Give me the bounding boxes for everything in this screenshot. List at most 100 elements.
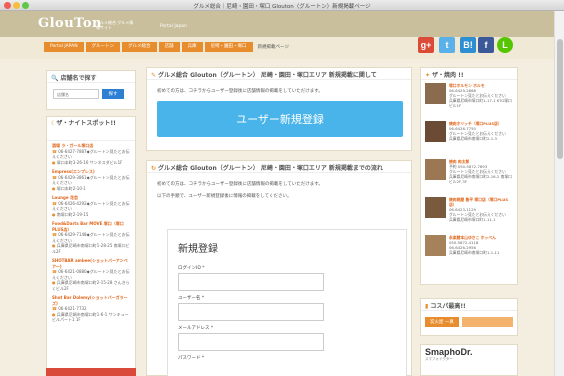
google-plus-icon[interactable]: g+ bbox=[418, 37, 434, 53]
shop-phone: 06-6421-7732 bbox=[58, 306, 87, 311]
store-search-input[interactable] bbox=[53, 89, 99, 99]
shop-thumbnail[interactable] bbox=[425, 83, 446, 104]
list-item[interactable]: Shot Bar Dolemy(ショットバーガラーズ) ☎ 06-6421-77… bbox=[47, 293, 135, 325]
smapho-logo: SmaphoDr. bbox=[425, 347, 473, 357]
hatena-bookmark-icon[interactable]: B! bbox=[460, 37, 476, 53]
listing-flow-panel: ↻ グルメ総合 Glouton（グルートン） 尼崎・園田・塚口エリア 新規掲載まで… bbox=[146, 160, 412, 376]
edit-icon: ✎ bbox=[151, 72, 157, 79]
night-spot-title: ザ・ナイトスポット!! bbox=[56, 120, 116, 127]
login-id-label: ログインID * bbox=[178, 266, 205, 271]
smapho-banner[interactable]: SmaphoDr. スマフォドクター bbox=[420, 344, 518, 376]
site-header: GlouTon グルメ総合 グルメ情報サイト Portal Japan bbox=[0, 11, 564, 37]
phone-icon: ☎ bbox=[52, 269, 57, 274]
list-item[interactable]: Empress(エンプレス) ☎ 06-6429-3861◆グルートン見たとお伝… bbox=[47, 167, 135, 193]
pin-icon: ● bbox=[52, 211, 56, 217]
portal-link[interactable]: Portal Japan bbox=[160, 24, 187, 29]
cospa-heading: ▮ コスパ最高!! bbox=[421, 299, 517, 311]
breadcrumb-current: 新規掲載ページ bbox=[257, 45, 289, 50]
username-label: ユーザー名 * bbox=[178, 296, 205, 301]
new-listing-heading: ✎ グルメ総合 Glouton（グルートン） 尼崎・園田・塚口エリア 新規掲載に関… bbox=[147, 68, 411, 80]
shop-phone: 06-6429-7148 bbox=[58, 232, 87, 237]
shop-address: 兵庫県尼崎市南塚口町1-28-25 南塚口ビル2F bbox=[52, 243, 130, 254]
listing-flow-intro: 初めての方は、コチラからユーザー登録後に店舗情報の掲載をしていただけます。 以下… bbox=[147, 173, 411, 203]
list-item[interactable]: 炭火屋 一真 bbox=[425, 317, 513, 327]
facebook-icon[interactable]: f bbox=[478, 37, 494, 53]
store-search-heading: 🔍 店舗名で探す bbox=[47, 71, 135, 83]
pin-icon: ● bbox=[52, 185, 56, 191]
phone-icon: ☎ bbox=[52, 200, 57, 206]
new-listing-panel: ✎ グルメ総合 Glouton（グルートン） 尼崎・園田・塚口エリア 新規掲載に関… bbox=[146, 67, 412, 151]
breadcrumb-item[interactable]: グルメ総合 bbox=[122, 42, 157, 52]
shop-name[interactable]: Shot Bar Dolemy(ショットバーガラーズ) bbox=[52, 295, 130, 306]
listing-flow-intro-1: 初めての方は、コチラからユーザー登録後に店舗情報の掲載をしていただけます。 bbox=[157, 182, 323, 187]
night-spot-panel: ☾ザ・ナイトスポット!! 酒場 ラ・ガール塚口店 ☎ 06-6427-7887◆… bbox=[46, 116, 136, 376]
shop-phone: 06-6426-4292 bbox=[58, 200, 87, 206]
username-field[interactable] bbox=[178, 303, 324, 321]
page-scrollbar[interactable] bbox=[554, 11, 564, 376]
list-item[interactable]: 塚口ホルモン ホルモ 06-6429-2868 グルートン見たとお伝えください … bbox=[421, 80, 517, 118]
star-icon: ✦ bbox=[425, 72, 431, 79]
breadcrumb-item[interactable]: 尼崎・園田・塚口 bbox=[204, 42, 253, 52]
list-item[interactable]: 焼肉ホリッチ（塚口PLUS店） 06-6426-7750 グルートン見たとお伝え… bbox=[421, 118, 517, 156]
listing-flow-intro-2: 以下の手順で、ユーザー新規登録後に情報の掲載をしてください。 bbox=[157, 194, 292, 199]
store-search-button[interactable]: 探す bbox=[102, 89, 124, 99]
yakiniku-title: ザ・焼肉 !! bbox=[432, 72, 464, 79]
pin-icon: ● bbox=[52, 159, 56, 165]
window-title: グルメ総合｜尼崎・園田・塚口 Glouton（グルートン）新規掲載ページ bbox=[193, 4, 371, 10]
cospa-title: コスパ最高!! bbox=[430, 303, 466, 310]
registration-form: 新規登録 ログインID * ユーザー名 * メールアドレス * パスワード * bbox=[167, 229, 407, 376]
shop-name[interactable]: Food&Darts Bar MOVE 塚口（塚口PLUS店） bbox=[52, 221, 130, 232]
user-register-button[interactable]: ユーザー新規登録 bbox=[157, 101, 403, 137]
shop-phone: 06-6427-7887 bbox=[58, 148, 87, 154]
night-spot-heading: ☾ザ・ナイトスポット!! bbox=[47, 117, 135, 141]
breadcrumb: Portal JAPAN グルートン グルメ総合 店舗 兵庫 尼崎・園田・塚口 … bbox=[44, 42, 289, 52]
shop-address: 兵庫県尼崎市南塚口町1-1-11 bbox=[449, 250, 500, 255]
list-item[interactable]: 焼肉 肉太郎 予約 050-5872-7693 グルートン見たとお伝えください … bbox=[421, 156, 517, 194]
shop-thumbnail[interactable] bbox=[425, 121, 446, 142]
site-logo[interactable]: GlouTon bbox=[38, 16, 102, 31]
pin-icon: ● bbox=[52, 311, 56, 317]
list-item[interactable]: SHOTBAR ambee(ショットバーアンベアー) ☎ 06-6421-088… bbox=[47, 256, 135, 293]
shop-phone: 06-6429-3861 bbox=[58, 174, 87, 180]
listing-flow-heading: ↻ グルメ総合 Glouton（グルートン） 尼崎・園田・塚口エリア 新規掲載まで… bbox=[147, 161, 411, 173]
bookmark-icon: ▮ bbox=[425, 303, 429, 310]
breadcrumb-item[interactable]: 店舗 bbox=[158, 42, 180, 52]
login-id-field[interactable] bbox=[178, 273, 324, 291]
shop-thumbnail[interactable] bbox=[425, 197, 446, 218]
cospa-shop-tag[interactable]: 炭火屋 一真 bbox=[425, 317, 459, 327]
shop-address: 南塚口町2-19-15 bbox=[56, 211, 89, 217]
registration-form-title: 新規登録 bbox=[178, 244, 218, 255]
site-tagline: グルメ総合 グルメ情報サイト bbox=[96, 20, 134, 30]
new-listing-intro: 初めての方は、コチラからユーザー登録後に店舗情報の掲載をしていただけます。 bbox=[157, 89, 323, 94]
list-item[interactable]: 酒場 ラ・ガール塚口店 ☎ 06-6427-7887◆グルートン見たとお伝えくだ… bbox=[47, 141, 135, 167]
twitter-icon[interactable]: t bbox=[439, 37, 455, 53]
shop-name[interactable]: SHOTBAR ambee(ショットバーアンベアー) bbox=[52, 258, 130, 269]
shop-phone: 06-6421-0880 bbox=[58, 269, 87, 274]
cospa-bar bbox=[461, 317, 513, 327]
breadcrumb-item[interactable]: 兵庫 bbox=[181, 42, 203, 52]
listing-flow-title: グルメ総合 Glouton（グルートン） 尼崎・園田・塚口エリア 新規掲載までの… bbox=[158, 165, 383, 172]
shop-thumbnail[interactable] bbox=[425, 159, 446, 180]
shop-address: 兵庫県尼崎市南塚口町2-1-3 bbox=[449, 136, 497, 141]
pin-icon: ● bbox=[52, 243, 56, 248]
promo-banner[interactable] bbox=[46, 368, 136, 376]
line-icon[interactable]: L bbox=[497, 37, 513, 53]
scrollbar-thumb[interactable] bbox=[557, 39, 563, 159]
breadcrumb-item[interactable]: Portal JAPAN bbox=[44, 42, 84, 52]
breadcrumb-item[interactable]: グルートン bbox=[85, 42, 121, 52]
list-item[interactable]: 永楽館本山ゆきこ ホッペん 050-5872-4118 06-6426-2956… bbox=[421, 232, 517, 270]
phone-icon: ☎ bbox=[52, 174, 57, 180]
list-item[interactable]: Lounge 花恋 ☎ 06-6426-4292◆グルートン見たとお伝えください… bbox=[47, 193, 135, 219]
smapho-subtitle: スマフォドクター bbox=[425, 357, 453, 361]
list-item[interactable]: 焼肉問屋 魯平 塚口店（塚口PLUS店） 06-6423-1129 グルートン見… bbox=[421, 194, 517, 232]
shop-address: 兵庫県尼崎市塚口町1-17-1 KTG塚口ビル1F bbox=[449, 98, 512, 108]
yakiniku-panel: ✦ ザ・焼肉 !! 塚口ホルモン ホルモ 06-6429-2868 グルートン見た… bbox=[420, 67, 518, 285]
cospa-panel: ▮ コスパ最高!! 炭火屋 一真 bbox=[420, 298, 518, 336]
shop-address: 兵庫県尼崎市塚口町1-11-1 bbox=[449, 217, 496, 222]
email-field[interactable] bbox=[178, 333, 324, 351]
shop-name[interactable]: 焼肉問屋 魯平 塚口店（塚口PLUS店） bbox=[449, 197, 513, 207]
phone-icon: ☎ bbox=[52, 306, 57, 311]
list-item[interactable]: Food&Darts Bar MOVE 塚口（塚口PLUS店） ☎ 06-642… bbox=[47, 219, 135, 256]
password-label: パスワード * bbox=[178, 356, 205, 361]
shop-thumbnail[interactable] bbox=[425, 235, 446, 256]
